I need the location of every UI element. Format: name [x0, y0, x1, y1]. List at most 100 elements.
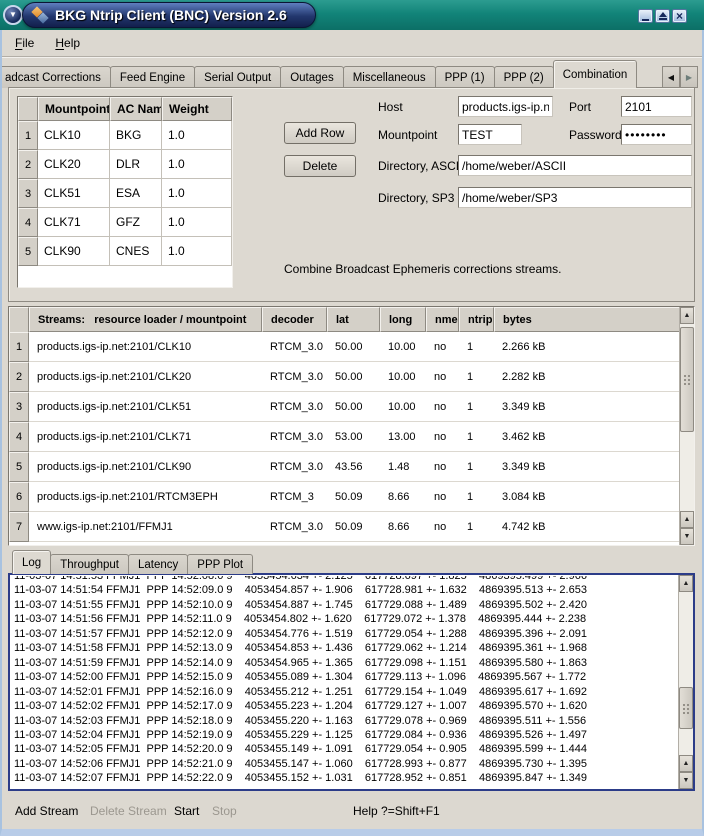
row-number-cell[interactable]: 7: [9, 512, 29, 542]
combination-table[interactable]: Mountpoint AC Name Weight 1CLK10BKG1.02C…: [17, 96, 233, 288]
table-row[interactable]: 2CLK20DLR1.0: [18, 150, 232, 179]
table-row[interactable]: 1CLK10BKG1.0: [18, 121, 232, 150]
cell-lat[interactable]: 50.00: [327, 362, 380, 391]
cell-mountpoint[interactable]: CLK10: [38, 121, 110, 150]
cell-ac-name[interactable]: GFZ: [110, 208, 162, 237]
cell-nmea[interactable]: no: [426, 392, 459, 421]
tab-log[interactable]: Log: [12, 550, 51, 574]
start-button[interactable]: Start: [174, 804, 199, 818]
cell-weight[interactable]: 1.0: [162, 237, 232, 266]
cell-resource[interactable]: www.igs-ip.net:2101/FFMJ1: [29, 512, 262, 541]
cell-decoder[interactable]: RTCM_3.0: [262, 512, 327, 541]
row-number-cell[interactable]: 1: [9, 332, 29, 362]
cell-weight[interactable]: 1.0: [162, 150, 232, 179]
tab-feed-engine[interactable]: Feed Engine: [110, 66, 195, 88]
table-row[interactable]: 3CLK51ESA1.0: [18, 179, 232, 208]
cell-ac-name[interactable]: ESA: [110, 179, 162, 208]
cell-resource[interactable]: products.igs-ip.net:2101/CLK71: [29, 422, 262, 451]
tab-throughput[interactable]: Throughput: [50, 554, 129, 574]
minimize-button[interactable]: [638, 9, 653, 23]
cell-nmea[interactable]: no: [426, 452, 459, 481]
row-number-cell[interactable]: 3: [18, 179, 38, 208]
host-input[interactable]: [458, 96, 553, 117]
maximize-button[interactable]: [655, 9, 670, 23]
cell-long[interactable]: 10.00: [380, 392, 426, 421]
row-number-cell[interactable]: 6: [9, 482, 29, 512]
cell-weight[interactable]: 1.0: [162, 179, 232, 208]
scroll-down-button[interactable]: ▼: [680, 528, 694, 545]
cell-bytes[interactable]: 4.742 kB: [494, 512, 694, 541]
tab-miscellaneous[interactable]: Miscellaneous: [343, 66, 436, 88]
cell-lat[interactable]: 50.09: [327, 482, 380, 511]
cell-bytes[interactable]: 3.349 kB: [494, 452, 694, 481]
cell-long[interactable]: 1.48: [380, 452, 426, 481]
cell-bytes[interactable]: 3.349 kB: [494, 392, 694, 421]
password-input[interactable]: [621, 124, 692, 145]
column-header-ntrip[interactable]: ntrip: [459, 307, 494, 332]
directory-sp3-input[interactable]: [458, 187, 692, 208]
scroll-up-button[interactable]: ▲: [680, 307, 694, 324]
table-row[interactable]: 4CLK71GFZ1.0: [18, 208, 232, 237]
titlebar[interactable]: ▼ BKG Ntrip Client (BNC) Version 2.6 ×: [0, 0, 704, 30]
corner-cell[interactable]: [9, 307, 29, 333]
cell-long[interactable]: 10.00: [380, 332, 426, 361]
cell-weight[interactable]: 1.0: [162, 208, 232, 237]
cell-weight[interactable]: 1.0: [162, 121, 232, 150]
cell-ntrip[interactable]: 1: [459, 332, 494, 361]
stream-row[interactable]: 6products.igs-ip.net:2101/RTCM3EPHRTCM_3…: [9, 482, 694, 512]
column-header-streams[interactable]: Streams: resource loader / mountpoint: [29, 307, 262, 332]
port-input[interactable]: [621, 96, 692, 117]
cell-mountpoint[interactable]: CLK90: [38, 237, 110, 266]
stream-row[interactable]: 4products.igs-ip.net:2101/CLK71RTCM_3.05…: [9, 422, 694, 452]
tab-ppp-1[interactable]: PPP (1): [435, 66, 495, 88]
column-header-lat[interactable]: lat: [327, 307, 380, 332]
mountpoint-input[interactable]: [458, 124, 522, 145]
menu-item-help[interactable]: Help: [55, 36, 80, 50]
cell-lat[interactable]: 50.00: [327, 332, 380, 361]
cell-decoder[interactable]: RTCM_3.0: [262, 422, 327, 451]
cell-bytes[interactable]: 3.084 kB: [494, 482, 694, 511]
row-number-cell[interactable]: 5: [9, 452, 29, 482]
tab-scroll-right-button[interactable]: ▶: [680, 66, 698, 88]
column-header-mountpoint[interactable]: Mountpoint: [38, 97, 110, 121]
table-row[interactable]: 5CLK90CNES1.0: [18, 237, 232, 266]
scroll-up-button-bottom[interactable]: ▲: [679, 755, 693, 772]
cell-nmea[interactable]: no: [426, 332, 459, 361]
stream-row[interactable]: 7www.igs-ip.net:2101/FFMJ1RTCM_3.050.098…: [9, 512, 694, 542]
streams-scrollbar[interactable]: ▲ ▲ ▼: [679, 307, 694, 545]
tab-combination[interactable]: Combination: [553, 60, 638, 88]
cell-mountpoint[interactable]: CLK51: [38, 179, 110, 208]
cell-bytes[interactable]: 2.266 kB: [494, 332, 694, 361]
tab-scroll-left-button[interactable]: ◀: [662, 66, 680, 88]
cell-bytes[interactable]: 3.462 kB: [494, 422, 694, 451]
cell-resource[interactable]: products.igs-ip.net:2101/CLK90: [29, 452, 262, 481]
log-view[interactable]: 11-03-07 14:51:53 FFMJ1 PPP 14:52:08.0 9…: [8, 573, 695, 791]
cell-nmea[interactable]: no: [426, 362, 459, 391]
cell-mountpoint[interactable]: CLK20: [38, 150, 110, 179]
delete-button[interactable]: Delete: [284, 155, 356, 177]
row-number-cell[interactable]: 3: [9, 392, 29, 422]
cell-ntrip[interactable]: 1: [459, 512, 494, 541]
window-menu-button[interactable]: ▼: [3, 5, 23, 25]
cell-decoder[interactable]: RTCM_3: [262, 482, 327, 511]
cell-ntrip[interactable]: 1: [459, 482, 494, 511]
cell-resource[interactable]: products.igs-ip.net:2101/CLK10: [29, 332, 262, 361]
cell-resource[interactable]: products.igs-ip.net:2101/RTCM3EPH: [29, 482, 262, 511]
tab-ppp-plot[interactable]: PPP Plot: [187, 554, 253, 574]
tab-adcast-corrections[interactable]: adcast Corrections: [2, 66, 111, 88]
column-header-long[interactable]: long: [380, 307, 426, 332]
row-number-cell[interactable]: 4: [9, 422, 29, 452]
close-button[interactable]: ×: [672, 9, 687, 23]
corner-cell[interactable]: [18, 97, 38, 121]
directory-ascii-input[interactable]: [458, 155, 692, 176]
cell-nmea[interactable]: no: [426, 512, 459, 541]
cell-nmea[interactable]: no: [426, 422, 459, 451]
cell-ntrip[interactable]: 1: [459, 452, 494, 481]
cell-ac-name[interactable]: DLR: [110, 150, 162, 179]
streams-table[interactable]: Streams: resource loader / mountpoint de…: [8, 306, 695, 546]
tab-outages[interactable]: Outages: [280, 66, 343, 88]
row-number-cell[interactable]: 5: [18, 237, 38, 266]
tab-ppp-2[interactable]: PPP (2): [494, 66, 554, 88]
stream-row[interactable]: 3products.igs-ip.net:2101/CLK51RTCM_3.05…: [9, 392, 694, 422]
cell-mountpoint[interactable]: CLK71: [38, 208, 110, 237]
